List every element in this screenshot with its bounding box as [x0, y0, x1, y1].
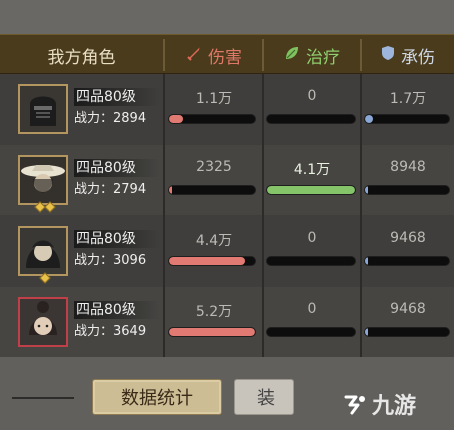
column-title-tank[interactable]: 承伤: [362, 35, 454, 75]
straw-hat-portrait: [18, 155, 68, 205]
tank-value: 9468: [390, 301, 426, 317]
column-divider: [262, 74, 264, 357]
tank-bar: [364, 114, 450, 124]
tank-bar-fill: [365, 257, 369, 265]
character-power: 战力：3649: [74, 324, 147, 339]
heal-value: 4.1万: [293, 162, 331, 178]
watermark-text: 九游: [372, 394, 417, 419]
tank-bar-fill: [365, 186, 369, 194]
damage-bar: [168, 256, 256, 266]
shield-icon: [381, 45, 395, 66]
tank-value: 1.7万: [389, 91, 427, 107]
header-divider: [163, 39, 165, 71]
tank-bar: [364, 185, 450, 195]
damage-label: 伤害: [208, 47, 242, 68]
damage-bar: [168, 185, 256, 195]
tank-bar: [364, 256, 450, 266]
character-rank: 四品80级: [74, 230, 160, 248]
top-band: [0, 0, 454, 34]
character-row[interactable]: 四品80级 战力：2794 2325 4.1万 8948: [0, 145, 454, 215]
heal-value: 0: [307, 88, 317, 104]
watermark-logo: 九游: [342, 388, 416, 420]
character-rank: 四品80级: [74, 159, 160, 177]
heal-bar-fill: [267, 186, 355, 194]
heal-value: 0: [307, 230, 317, 246]
damage-value: 4.4万: [195, 233, 233, 249]
dark-hair-portrait: [18, 226, 68, 276]
equipment-button[interactable]: 装: [234, 379, 294, 415]
bun-girl-portrait: [18, 297, 68, 347]
heal-bar: [266, 256, 356, 266]
stats-header: 我方角色 伤害 治疗 承伤: [0, 34, 454, 74]
tank-bar-fill: [365, 115, 374, 123]
helmet-knight-portrait: [18, 84, 68, 134]
column-title-team: 我方角色: [47, 47, 116, 68]
tank-bar: [364, 327, 450, 337]
footer-divider: [12, 397, 74, 399]
sword-icon: [186, 45, 202, 66]
damage-bar-fill: [169, 115, 183, 123]
nine-game-logo-icon: [344, 395, 365, 415]
tank-value: 9468: [390, 230, 426, 246]
column-divider: [360, 74, 362, 357]
heal-value: 0: [307, 301, 317, 317]
damage-value: 5.2万: [195, 304, 233, 320]
character-power: 战力：2894: [74, 111, 147, 126]
damage-value: 2325: [196, 159, 232, 175]
character-power: 战力：3096: [74, 253, 147, 268]
character-rank: 四品80级: [74, 88, 160, 106]
stats-table: 四品80级 战力：2894 1.1万 0 1.7万 四品80级 战力：2794 …: [0, 74, 454, 357]
leaf-icon: [284, 45, 300, 66]
damage-bar-fill: [169, 328, 255, 336]
character-rank: 四品80级: [74, 301, 160, 319]
column-divider: [163, 74, 165, 357]
damage-bar: [168, 327, 256, 337]
tank-label: 承伤: [401, 47, 435, 68]
heal-bar: [266, 327, 356, 337]
character-row[interactable]: 四品80级 战力：3649 5.2万 0 9468: [0, 287, 454, 357]
column-title-heal[interactable]: 治疗: [264, 35, 360, 75]
column-title-damage[interactable]: 伤害: [166, 35, 262, 75]
tank-bar-fill: [365, 328, 369, 336]
data-stats-button[interactable]: 数据统计: [92, 379, 222, 415]
heal-label: 治疗: [306, 47, 340, 68]
heal-bar: [266, 185, 356, 195]
character-row[interactable]: 四品80级 战力：2894 1.1万 0 1.7万: [0, 74, 454, 144]
damage-value: 1.1万: [195, 91, 233, 107]
heal-bar: [266, 114, 356, 124]
character-row[interactable]: 四品80级 战力：3096 4.4万 0 9468: [0, 216, 454, 286]
character-power: 战力：2794: [74, 182, 147, 197]
tank-value: 8948: [390, 159, 426, 175]
damage-bar-fill: [169, 257, 245, 265]
damage-bar-fill: [169, 186, 173, 194]
damage-bar: [168, 114, 256, 124]
